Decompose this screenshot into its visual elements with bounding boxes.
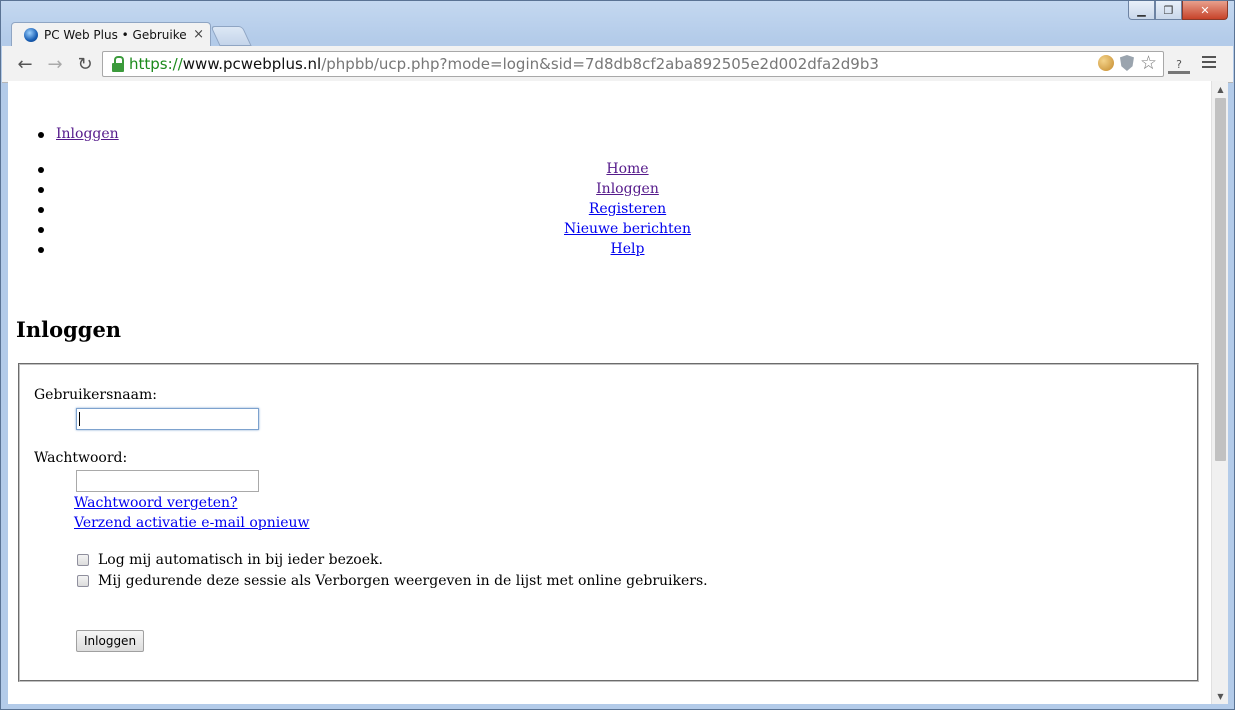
tab-active[interactable]: PC Web Plus • Gebruikersp × bbox=[11, 22, 211, 46]
lock-icon bbox=[111, 56, 125, 72]
scrollbar-thumb[interactable] bbox=[1215, 98, 1226, 461]
new-tab-button[interactable] bbox=[210, 26, 252, 46]
tab-title: PC Web Plus • Gebruikersp bbox=[44, 27, 187, 42]
autologin-label: Log mij automatisch in bij ieder bezoek. bbox=[98, 552, 383, 568]
hidden-session-label: Mij gedurende deze sessie als Verborgen … bbox=[98, 573, 708, 589]
page-viewport: Inloggen Home Inloggen Registeren Nieuwe… bbox=[8, 81, 1211, 704]
bullet-icon bbox=[38, 187, 44, 193]
password-input[interactable] bbox=[76, 470, 259, 492]
tab-close-icon[interactable]: × bbox=[193, 27, 204, 42]
maximize-button[interactable]: ❐ bbox=[1155, 1, 1182, 20]
forgot-password-link[interactable]: Wachtwoord vergeten? bbox=[74, 495, 238, 511]
browser-toolbar: ← → ↻ https://www.pcwebplus.nl/phpbb/ucp… bbox=[2, 46, 1233, 83]
reload-icon[interactable]: ↻ bbox=[73, 52, 97, 76]
address-bar-icons: ☆ bbox=[1097, 54, 1157, 73]
extension-icon[interactable]: ? bbox=[1168, 54, 1190, 74]
nav-link-home[interactable]: Home bbox=[606, 161, 648, 177]
bullet-icon bbox=[38, 247, 44, 253]
bullet-icon bbox=[38, 167, 44, 173]
nav-link-new-posts[interactable]: Nieuwe berichten bbox=[564, 221, 691, 237]
window-controls: ▁ ❐ ✕ bbox=[1128, 1, 1228, 20]
hamburger-menu-icon[interactable] bbox=[1202, 56, 1216, 70]
hidden-session-checkbox[interactable] bbox=[77, 575, 89, 587]
minimize-button[interactable]: ▁ bbox=[1128, 1, 1155, 20]
login-fieldset: Gebruikersnaam: Wachtwoord: Wachtwoord v… bbox=[18, 363, 1199, 682]
autologin-row: Log mij automatisch in bij ieder bezoek. bbox=[77, 552, 383, 568]
globe-icon bbox=[24, 27, 38, 42]
resend-activation-link[interactable]: Verzend activatie e-mail opnieuw bbox=[74, 515, 310, 531]
nav-item-login: Inloggen bbox=[8, 181, 1211, 201]
nav-list: Home Inloggen Registeren Nieuwe berichte… bbox=[8, 161, 1211, 261]
scroll-down-icon[interactable]: ▼ bbox=[1212, 688, 1229, 704]
nav-item-register: Registeren bbox=[8, 201, 1211, 221]
address-bar[interactable]: https://www.pcwebplus.nl/phpbb/ucp.php?m… bbox=[102, 51, 1164, 77]
text-caret bbox=[79, 412, 80, 426]
nav-link-help[interactable]: Help bbox=[611, 241, 645, 257]
url-path: /phpbb/ucp.php?mode=login&sid=7d8db8cf2a… bbox=[321, 55, 879, 73]
close-window-button[interactable]: ✕ bbox=[1182, 1, 1228, 20]
vertical-scrollbar[interactable]: ▲ ▼ bbox=[1211, 81, 1228, 704]
username-label: Gebruikersnaam: bbox=[34, 387, 157, 403]
login-submit-button[interactable]: Inloggen bbox=[76, 630, 145, 652]
back-arrow-icon[interactable]: ← bbox=[13, 52, 37, 76]
url-scheme: https:// bbox=[129, 55, 183, 73]
top-menu-item: Inloggen bbox=[8, 126, 208, 146]
page-title: Inloggen bbox=[16, 317, 122, 342]
nav-item-help: Help bbox=[8, 241, 1211, 261]
scroll-up-icon[interactable]: ▲ bbox=[1212, 81, 1229, 97]
tab-strip: PC Web Plus • Gebruikersp × bbox=[11, 20, 411, 46]
forward-arrow-icon[interactable]: → bbox=[43, 52, 67, 76]
bookmark-star-icon[interactable]: ☆ bbox=[1140, 54, 1157, 73]
bullet-icon bbox=[38, 132, 44, 138]
username-input[interactable] bbox=[76, 408, 259, 430]
url-host: www.pcwebplus.nl bbox=[182, 55, 322, 73]
nav-item-new-posts: Nieuwe berichten bbox=[8, 221, 1211, 241]
bullet-icon bbox=[38, 207, 44, 213]
nav-item-home: Home bbox=[8, 161, 1211, 181]
top-login-link[interactable]: Inloggen bbox=[56, 126, 119, 142]
cookie-icon[interactable] bbox=[1097, 55, 1114, 71]
nav-link-register[interactable]: Registeren bbox=[589, 201, 666, 217]
bullet-icon bbox=[38, 227, 44, 233]
hidden-session-row: Mij gedurende deze sessie als Verborgen … bbox=[77, 573, 708, 589]
shield-icon[interactable] bbox=[1119, 55, 1134, 71]
nav-link-login[interactable]: Inloggen bbox=[596, 181, 659, 197]
password-label: Wachtwoord: bbox=[34, 450, 128, 466]
autologin-checkbox[interactable] bbox=[77, 554, 89, 566]
